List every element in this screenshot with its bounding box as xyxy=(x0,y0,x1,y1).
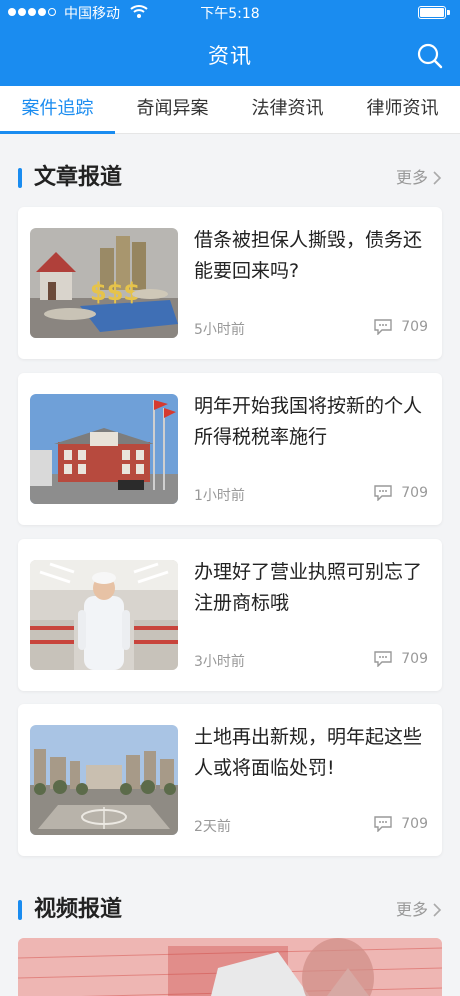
article-title: 土地再出新规，明年起这些人或将面临处罚! xyxy=(194,726,423,779)
battery-icon xyxy=(418,6,450,19)
comment-icon xyxy=(374,485,392,501)
article-time: 5小时前 xyxy=(194,322,245,338)
chevron-right-icon xyxy=(433,903,442,917)
section-accent-bar xyxy=(18,168,22,188)
article-title: 办理好了营业执照可别忘了注册商标哦 xyxy=(194,561,423,614)
articles-section-header: 文章报道 更多 xyxy=(0,163,460,193)
page-title: 资讯 xyxy=(208,44,252,68)
comment-count: 709 xyxy=(373,651,428,667)
article-title: 借条被担保人撕毁，债务还能要回来吗? xyxy=(194,229,423,282)
section-accent-bar xyxy=(18,900,22,920)
category-tabs: 案件追踪 奇闻异案 法律资讯 律师资讯 xyxy=(0,86,460,134)
articles-more-link[interactable]: 更多 xyxy=(396,167,442,189)
video-thumbnail-banknotes[interactable] xyxy=(18,938,442,996)
clock: 下午5:18 xyxy=(200,6,260,22)
comment-count-value: 709 xyxy=(401,651,428,667)
section-title: 视频报道 xyxy=(34,897,123,922)
tab-lawyer-news[interactable]: 律师资讯 xyxy=(345,86,460,133)
more-label: 更多 xyxy=(395,168,428,187)
article-time: 2天前 xyxy=(194,819,231,835)
article-time: 1小时前 xyxy=(194,488,245,504)
article-card[interactable]: 办理好了营业执照可别忘了注册商标哦 3小时前 709 xyxy=(18,539,442,691)
section-title: 文章报道 xyxy=(34,165,123,190)
status-bar: 中国移动 下午5:18 xyxy=(0,0,460,24)
article-card[interactable]: 明年开始我国将按新的个人所得税税率施行 1小时前 709 xyxy=(18,373,442,525)
tab-case-tracking[interactable]: 案件追踪 xyxy=(0,86,115,134)
top-bar: 中国移动 下午5:18 资讯 xyxy=(0,0,460,86)
article-card[interactable]: $$$ 借条被担保人撕毁，债务还能要回来吗? 5小时前 709 xyxy=(18,207,442,359)
search-icon[interactable] xyxy=(416,42,444,70)
comment-count-value: 709 xyxy=(401,816,428,832)
tab-strange-cases[interactable]: 奇闻异案 xyxy=(115,86,230,133)
comment-count-value: 709 xyxy=(401,485,428,501)
tab-legal-news[interactable]: 法律资讯 xyxy=(230,86,345,133)
comment-count: 709 xyxy=(373,816,428,832)
comment-icon xyxy=(374,319,392,335)
more-label: 更多 xyxy=(395,900,428,919)
videos-section-header: 视频报道 更多 xyxy=(0,895,460,925)
comment-count: 709 xyxy=(373,319,428,335)
svg-text:$$$: $$$ xyxy=(90,278,140,306)
chevron-right-icon xyxy=(433,171,442,185)
article-title: 明年开始我国将按新的个人所得税税率施行 xyxy=(194,395,423,448)
comment-count-value: 709 xyxy=(401,319,428,335)
article-thumbnail-land-plaza xyxy=(30,725,178,835)
comment-count: 709 xyxy=(373,485,428,501)
article-card[interactable]: 土地再出新规，明年起这些人或将面临处罚! 2天前 709 xyxy=(18,704,442,856)
article-time: 3小时前 xyxy=(194,654,245,670)
article-thumbnail-factory-worker xyxy=(30,560,178,670)
videos-more-link[interactable]: 更多 xyxy=(396,899,442,921)
comment-icon xyxy=(374,651,392,667)
comment-icon xyxy=(374,816,392,832)
article-thumbnail-tax-building xyxy=(30,394,178,504)
article-thumbnail-coins-house: $$$ xyxy=(30,228,178,338)
